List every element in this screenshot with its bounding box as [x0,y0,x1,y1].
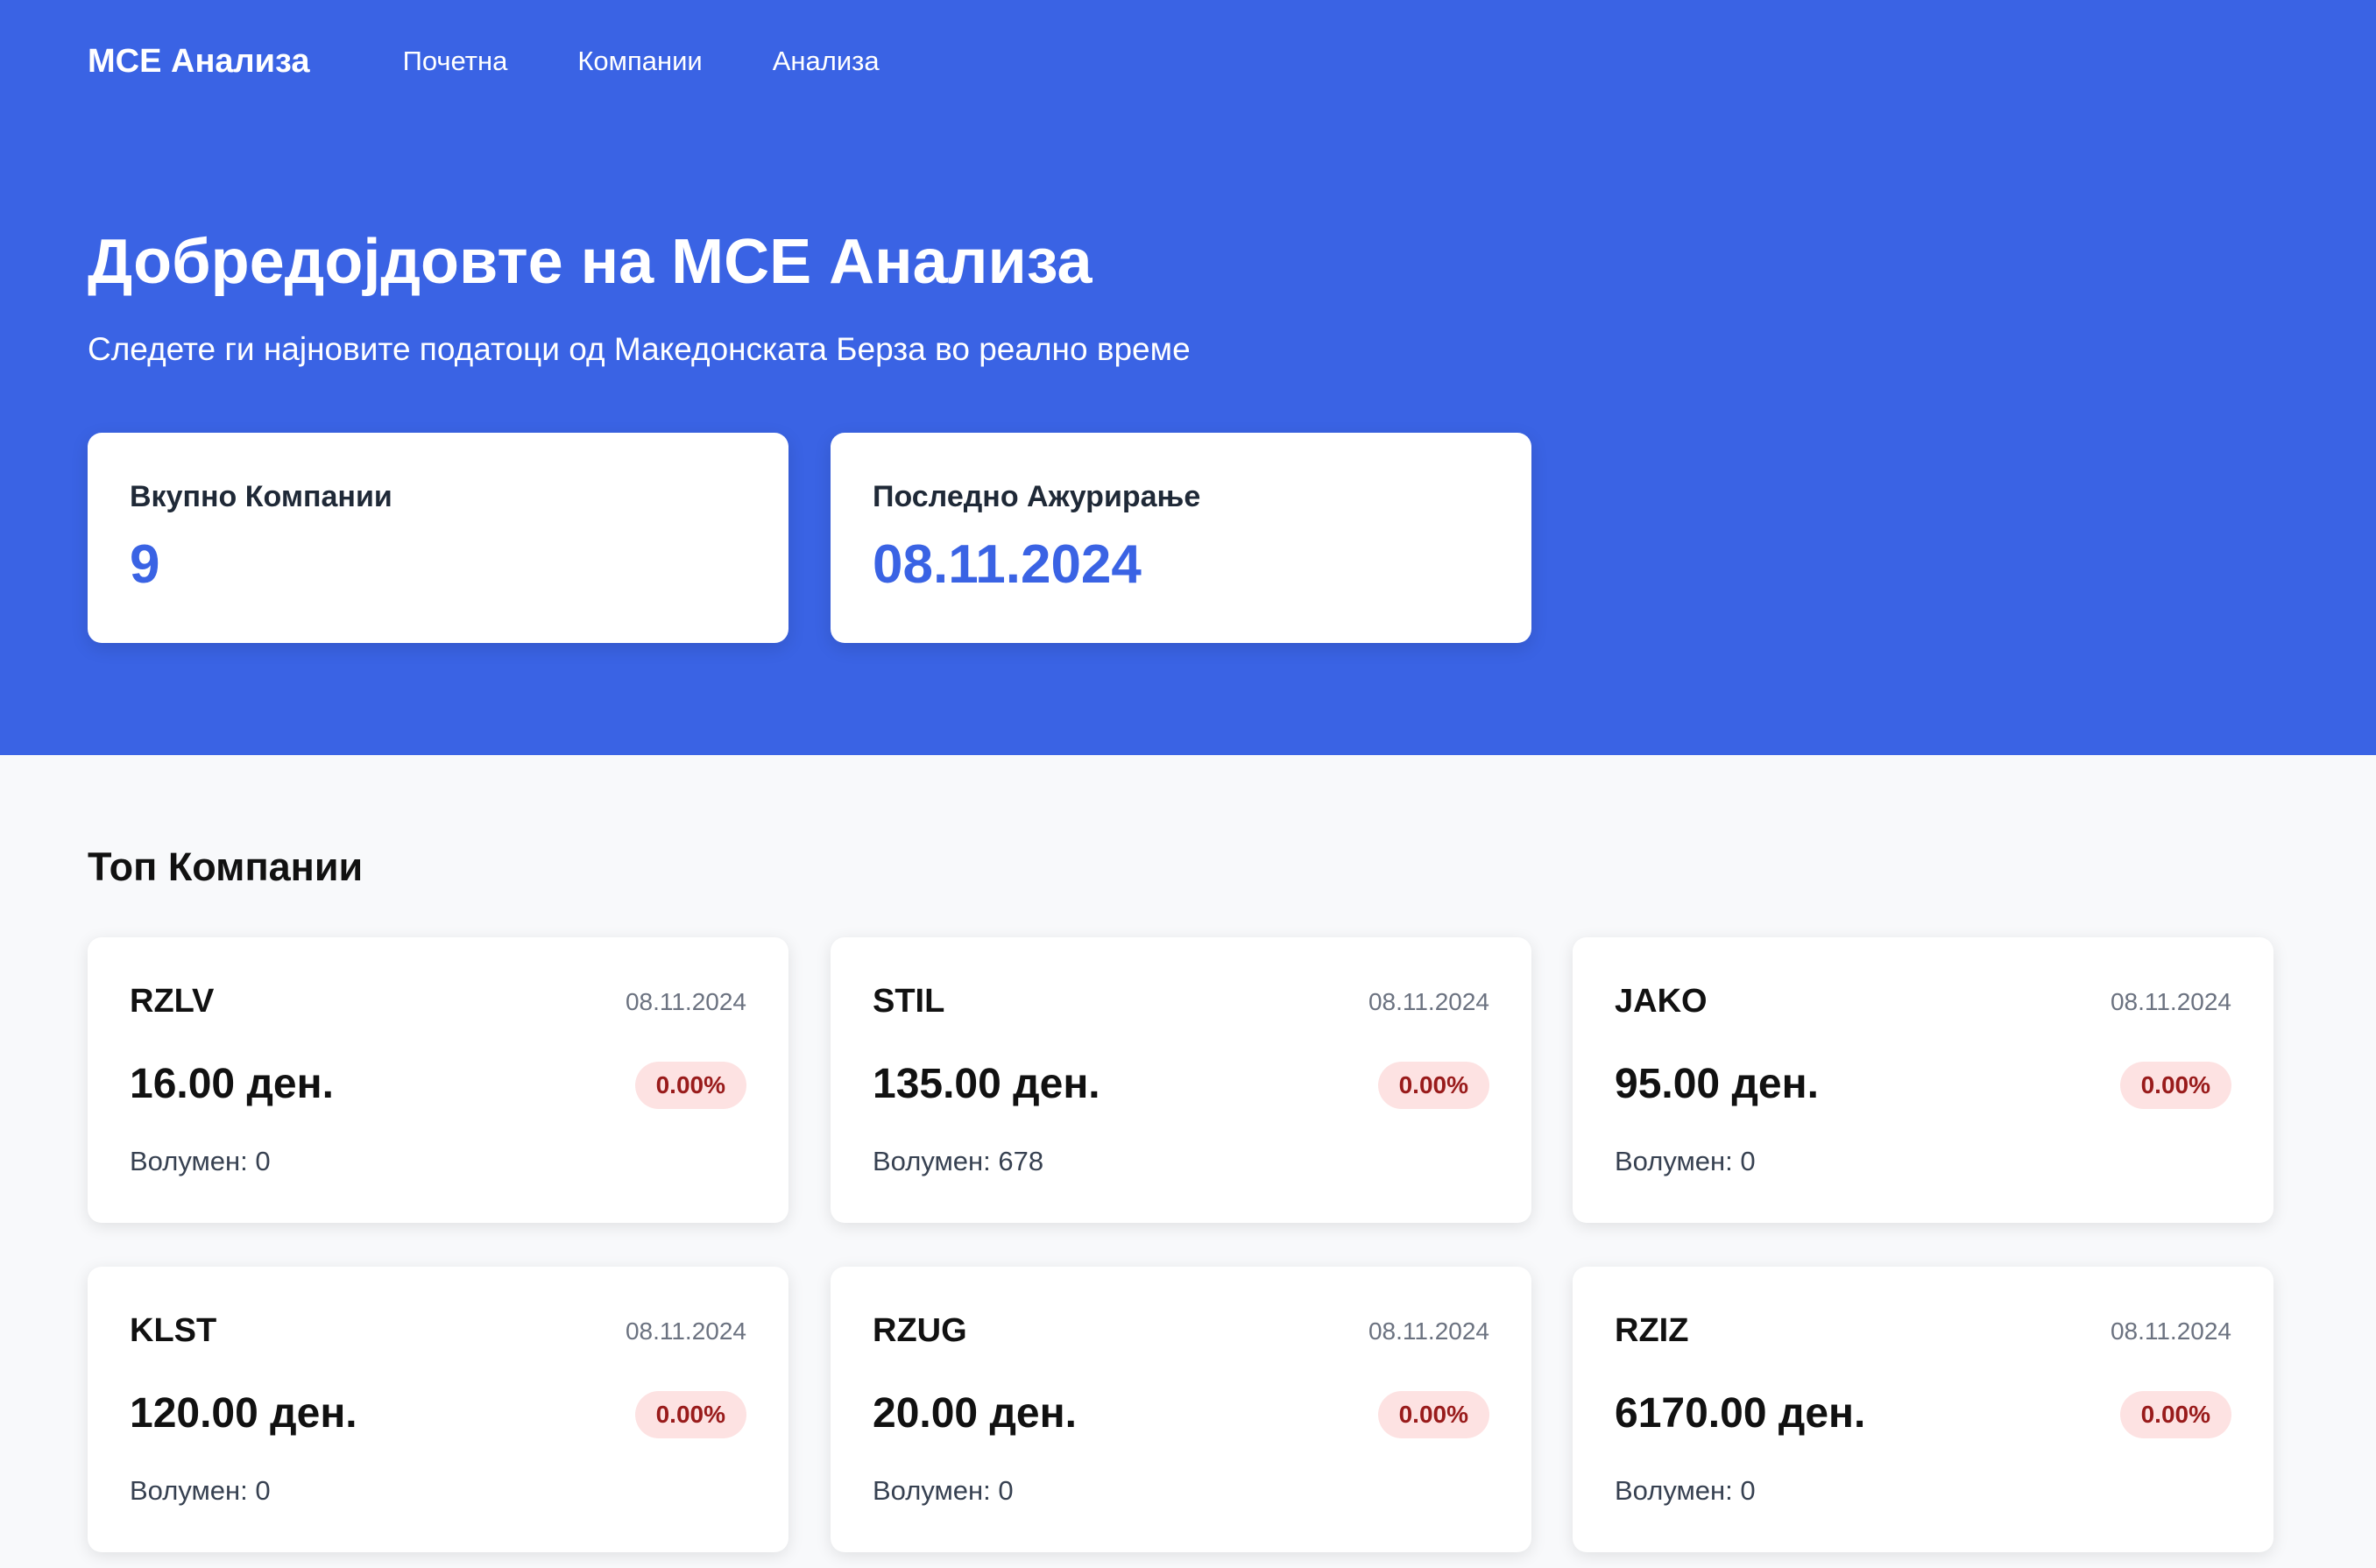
top-nav: МСЕ Анализа Почетна Компании Анализа [88,35,950,88]
company-card[interactable]: JAKO 08.11.2024 95.00 ден. 0.00% Волумен… [1573,937,2273,1223]
company-date: 08.11.2024 [625,988,746,1015]
top-companies-title: Топ Компании [88,844,364,889]
company-date: 08.11.2024 [2110,1317,2231,1345]
stat-card-last-update: Последно Ажурирање 08.11.2024 [831,433,1531,643]
change-badge: 0.00% [1377,1391,1489,1438]
company-date: 08.11.2024 [625,1317,746,1345]
company-volume: Волумен: 0 [1615,1475,1756,1506]
company-card[interactable]: STIL 08.11.2024 135.00 ден. 0.00% Волуме… [831,937,1531,1223]
hero-subtitle: Следете ги најновите податоци од Македон… [88,331,1191,367]
company-volume: Волумен: 0 [130,1475,271,1506]
stat-value: 08.11.2024 [873,534,1142,595]
company-card[interactable]: RZIZ 08.11.2024 6170.00 ден. 0.00% Волум… [1573,1267,2273,1552]
nav-link-analysis[interactable]: Анализа [773,46,880,77]
company-volume: Волумен: 0 [873,1475,1014,1506]
company-price: 120.00 ден. [130,1390,357,1437]
nav-link-companies[interactable]: Компании [577,46,702,77]
stat-card-total-companies: Вкупно Компании 9 [88,433,788,643]
company-date: 08.11.2024 [2110,988,2231,1015]
company-symbol: RZIZ [1615,1312,1689,1349]
company-price: 6170.00 ден. [1615,1390,1866,1437]
company-symbol: RZUG [873,1312,967,1349]
company-price: 135.00 ден. [873,1061,1100,1107]
company-volume: Волумен: 678 [873,1146,1044,1176]
company-volume: Волумен: 0 [130,1146,271,1176]
stat-value: 9 [130,534,160,595]
change-badge: 0.00% [634,1391,746,1438]
company-volume: Волумен: 0 [1615,1146,1756,1176]
change-badge: 0.00% [2119,1391,2231,1438]
nav-link-home[interactable]: Почетна [403,46,508,77]
company-symbol: KLST [130,1312,217,1349]
company-price: 20.00 ден. [873,1390,1077,1437]
company-date: 08.11.2024 [1368,988,1489,1015]
company-card[interactable]: RZLV 08.11.2024 16.00 ден. 0.00% Волумен… [88,937,788,1223]
company-symbol: JAKO [1615,983,1708,1020]
company-price: 95.00 ден. [1615,1061,1819,1107]
company-symbol: RZLV [130,983,215,1020]
stat-label: Вкупно Компании [130,480,392,513]
company-card[interactable]: RZUG 08.11.2024 20.00 ден. 0.00% Волумен… [831,1267,1531,1552]
hero-section: МСЕ Анализа Почетна Компании Анализа Доб… [0,0,2376,755]
hero-title: Добредојдовте на МСЕ Анализа [88,227,1093,297]
company-price: 16.00 ден. [130,1061,334,1107]
company-card[interactable]: KLST 08.11.2024 120.00 ден. 0.00% Волуме… [88,1267,788,1552]
change-badge: 0.00% [2119,1062,2231,1109]
stat-label: Последно Ажурирање [873,480,1201,513]
change-badge: 0.00% [634,1062,746,1109]
company-date: 08.11.2024 [1368,1317,1489,1345]
change-badge: 0.00% [1377,1062,1489,1109]
brand-logo-link[interactable]: МСЕ Анализа [88,43,310,81]
company-symbol: STIL [873,983,945,1020]
